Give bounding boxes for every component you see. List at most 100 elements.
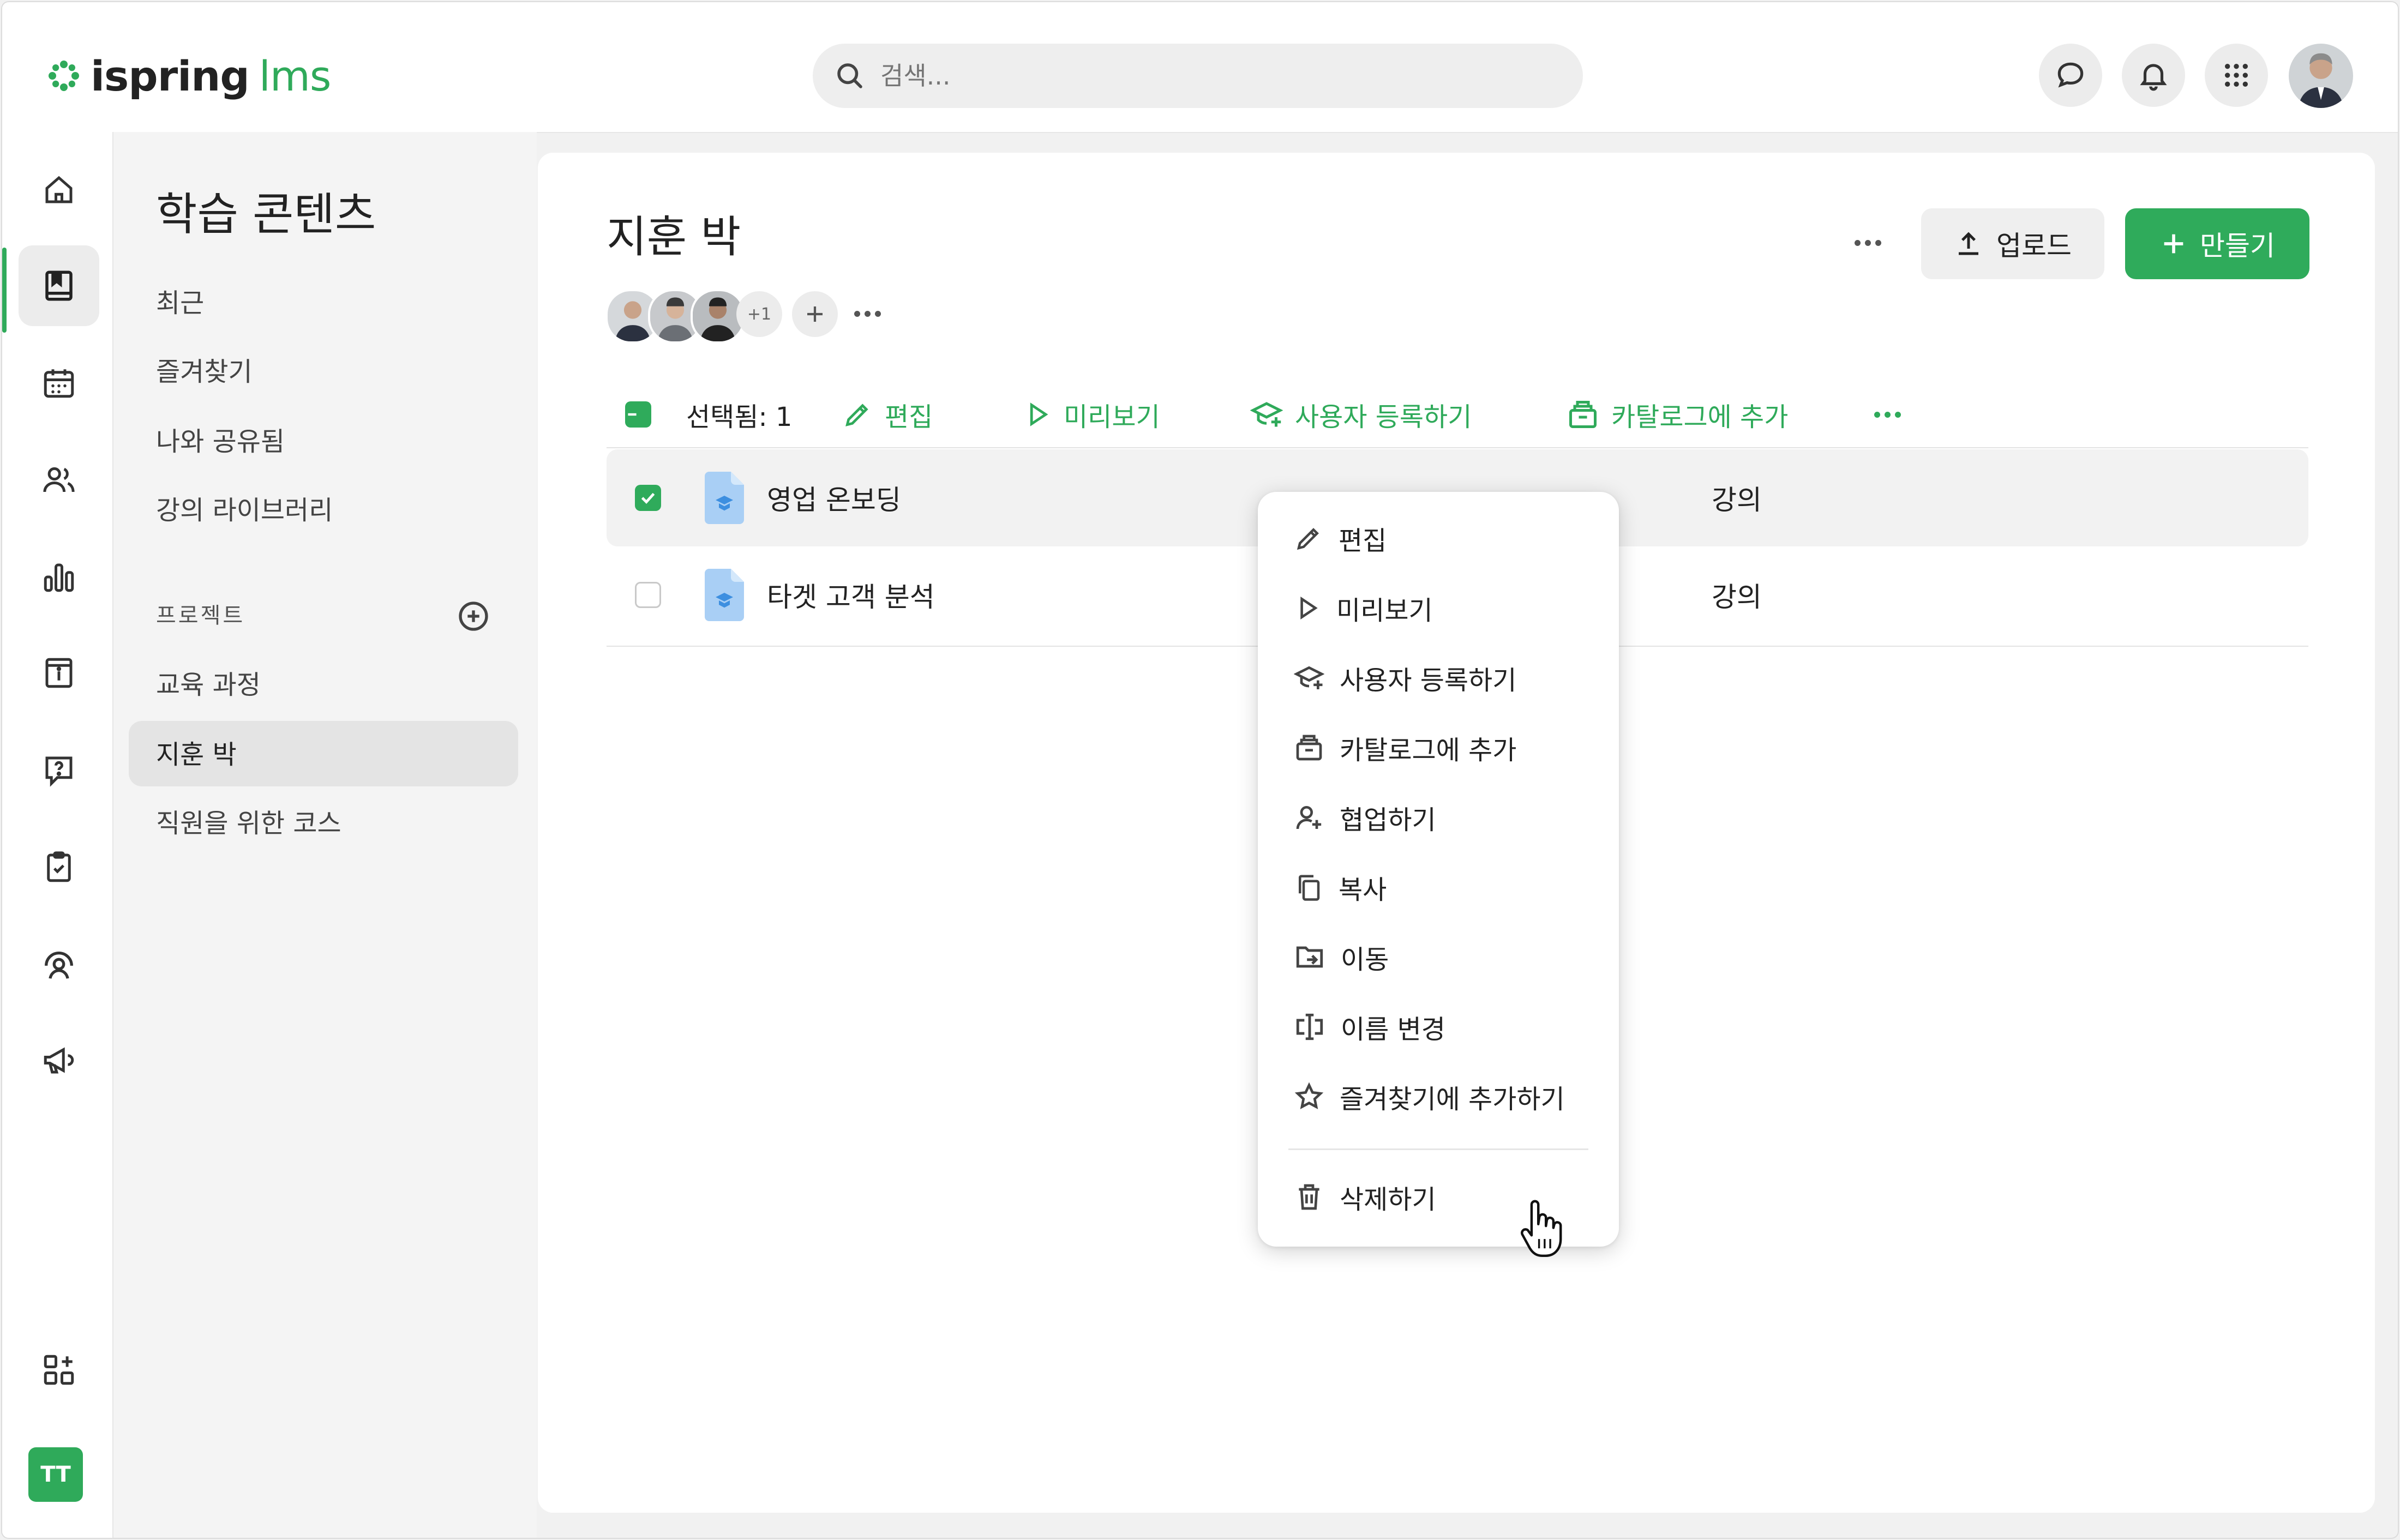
sidebar-item-project-education[interactable]: 교육 과정 — [156, 663, 261, 701]
sidebar-item-favorites[interactable]: 즐겨찾기 — [156, 350, 253, 388]
left-rail: TT — [2, 132, 113, 1538]
support-icon — [45, 952, 73, 979]
upload-icon — [1959, 232, 1978, 255]
toolbar-preview-button[interactable]: 미리보기 — [1023, 382, 1160, 447]
star-icon — [1294, 1082, 1324, 1110]
rail-reports[interactable] — [19, 537, 99, 617]
sidebar-item-project-employee-courses[interactable]: 직원을 위한 코스 — [156, 802, 341, 840]
menu-item-label: 이동 — [1341, 945, 1389, 975]
menu-item-add-to-favorites[interactable]: 즐겨찾기에 추가하기 — [1258, 1067, 1619, 1127]
avatar-image-icon — [693, 291, 743, 341]
user-avatar[interactable] — [2289, 44, 2353, 108]
toolbar-preview-label: 미리보기 — [1064, 402, 1160, 432]
sidebar-item-shared[interactable]: 나와 공유됨 — [156, 420, 285, 458]
rail-announcements[interactable] — [19, 1020, 99, 1100]
apps-add-icon — [44, 1355, 74, 1385]
toolbar-catalog-button[interactable]: 카탈로그에 추가 — [1567, 382, 1788, 447]
menu-item-preview[interactable]: 미리보기 — [1258, 578, 1619, 638]
menu-item-label: 카탈로그에 추가 — [1340, 735, 1517, 766]
chat-icon — [2057, 62, 2084, 88]
side-panel: 학습 콘텐츠 최근 즐겨찾기 나와 공유됨 강의 라이브러리 프로젝트 교육 과… — [113, 132, 537, 1538]
rail-support[interactable] — [19, 924, 99, 1004]
search-bar[interactable] — [813, 44, 1583, 108]
rail-calendar[interactable] — [19, 342, 99, 423]
users-icon — [43, 467, 75, 492]
home-icon — [45, 176, 73, 203]
catalog-icon — [1569, 401, 1597, 428]
chart-icon — [44, 563, 74, 592]
workspace-badge[interactable]: TT — [28, 1447, 83, 1502]
play-icon — [1030, 402, 1048, 426]
logo[interactable]: ispring lms — [45, 51, 331, 100]
menu-item-move[interactable]: 이동 — [1258, 927, 1619, 987]
question-icon — [45, 756, 73, 787]
sidebar-item-project-jihoon[interactable]: 지훈 박 — [156, 733, 237, 771]
plus-icon — [2164, 234, 2183, 254]
top-bar: ispring lms — [2, 2, 2398, 133]
graduation-icon — [1294, 666, 1324, 689]
play-icon — [1300, 597, 1318, 619]
menu-item-delete[interactable]: 삭제하기 — [1258, 1164, 1619, 1229]
rail-home[interactable] — [19, 149, 99, 230]
create-label: 만들기 — [2200, 230, 2275, 262]
menu-item-add-to-catalog[interactable]: 카탈로그에 추가 — [1258, 718, 1619, 778]
selected-count: 선택됨: 1 — [686, 402, 793, 432]
notifications-button[interactable] — [2122, 44, 2185, 107]
upload-label: 업로드 — [1996, 230, 2072, 262]
page-title: 지훈 박 — [607, 212, 741, 262]
logo-mark-icon — [49, 61, 79, 91]
selection-toolbar: 선택됨: 1 편집 미리보기 사용자 등록하기 카탈로그에 추가 — [607, 382, 2308, 447]
menu-item-edit[interactable]: 편집 — [1258, 508, 1619, 568]
rail-users[interactable] — [19, 440, 99, 520]
user-add-icon — [1296, 806, 1322, 829]
row-checkbox[interactable] — [635, 582, 661, 608]
indeterminate-checkbox[interactable] — [625, 401, 651, 428]
search-input[interactable] — [879, 61, 1481, 91]
toolbar-catalog-label: 카탈로그에 추가 — [1611, 402, 1789, 432]
create-button[interactable]: 만들기 — [2125, 208, 2309, 279]
collaborators-more-button[interactable] — [854, 311, 881, 317]
menu-item-rename[interactable]: 이름 변경 — [1258, 997, 1619, 1057]
course-file-icon — [705, 569, 744, 621]
file-name[interactable]: 영업 온보딩 — [767, 478, 901, 518]
more-collaborators-badge[interactable]: +1 — [736, 291, 782, 337]
rail-content[interactable] — [19, 245, 99, 326]
move-folder-icon — [1296, 946, 1323, 968]
toolbar-enroll-button[interactable]: 사용자 등록하기 — [1250, 382, 1472, 447]
menu-item-label: 협업하기 — [1340, 805, 1436, 835]
menu-item-copy[interactable]: 복사 — [1258, 857, 1619, 917]
select-all-checkbox[interactable] — [625, 382, 651, 447]
menu-item-enroll[interactable]: 사용자 등록하기 — [1258, 648, 1619, 708]
file-type: 강의 — [1712, 484, 1762, 516]
menu-item-label: 즐겨찾기에 추가하기 — [1340, 1084, 1565, 1115]
toolbar-edit-button[interactable]: 편집 — [842, 382, 933, 447]
menu-item-label: 복사 — [1339, 875, 1387, 905]
sidebar-item-course-library[interactable]: 강의 라이브러리 — [156, 489, 333, 527]
upload-button[interactable]: 업로드 — [1921, 208, 2104, 279]
trash-icon — [1299, 1184, 1319, 1210]
file-name[interactable]: 타겟 고객 분석 — [767, 575, 935, 615]
rename-icon — [1296, 1013, 1323, 1040]
toolbar-enroll-label: 사용자 등록하기 — [1295, 402, 1472, 432]
add-project-icon[interactable] — [456, 599, 491, 634]
rail-help[interactable] — [19, 730, 99, 810]
toolbar-more-button[interactable] — [1874, 412, 1901, 418]
sidebar-item-recent[interactable]: 최근 — [156, 281, 204, 320]
pencil-icon — [845, 404, 868, 426]
add-collaborator-button[interactable] — [792, 291, 838, 337]
menu-item-collaborate[interactable]: 협업하기 — [1258, 787, 1619, 847]
page-more-button[interactable] — [1855, 240, 1881, 246]
search-icon — [837, 63, 862, 88]
apps-button[interactable] — [2205, 44, 2268, 107]
chat-button[interactable] — [2039, 44, 2102, 107]
pencil-icon — [1297, 528, 1319, 550]
menu-item-label: 사용자 등록하기 — [1340, 665, 1517, 696]
side-panel-title: 학습 콘텐츠 — [156, 189, 376, 240]
rail-apps-add[interactable] — [19, 1330, 99, 1410]
copy-icon — [1299, 875, 1320, 901]
row-checkbox-checked[interactable] — [635, 485, 661, 511]
clipboard-check-icon — [47, 851, 71, 882]
rail-tasks[interactable] — [19, 827, 99, 907]
menu-separator — [1288, 1148, 1588, 1150]
rail-info[interactable] — [19, 633, 99, 713]
